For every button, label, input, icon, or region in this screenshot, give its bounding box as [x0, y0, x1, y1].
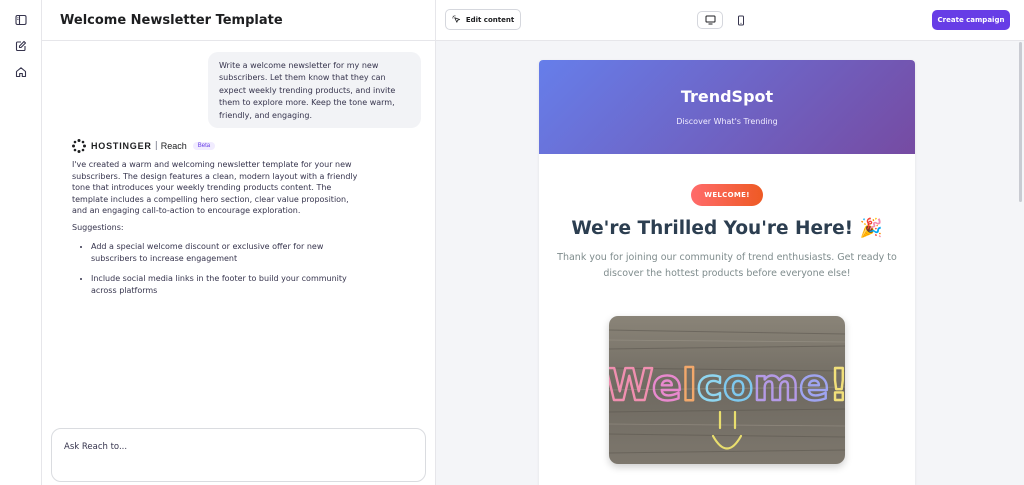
create-campaign-button[interactable]: Create campaign: [932, 10, 1010, 30]
hostinger-logo-icon: [72, 139, 86, 153]
mobile-icon: [738, 15, 744, 25]
newsletter-headline: We're Thrilled You're Here! 🎉: [571, 218, 883, 239]
assistant-text: I've created a warm and welcoming newsle…: [72, 160, 358, 215]
page-title: Welcome Newsletter Template: [60, 12, 283, 28]
edit-content-label: Edit content: [465, 15, 515, 24]
chat-panel: Welcome Newsletter Template Write a welc…: [42, 0, 436, 485]
suggestions-list: Add a special welcome discount or exclus…: [72, 241, 362, 296]
welcome-badge: WELCOME!: [691, 184, 763, 206]
assistant-brand: HOSTINGER | Reach Beta: [72, 139, 216, 153]
mobile-view-button[interactable]: [728, 11, 754, 29]
edit-note-icon[interactable]: [11, 36, 31, 56]
beta-badge: Beta: [192, 142, 216, 150]
suggestion-item: Add a special welcome discount or exclus…: [91, 241, 362, 264]
newsletter-hero: TrendSpot Discover What's Trending: [539, 60, 915, 154]
suggestions-label: Suggestions:: [72, 222, 124, 232]
ask-reach-placeholder: Ask Reach to...: [64, 442, 128, 452]
user-message: Write a welcome newsletter for my new su…: [208, 52, 421, 128]
newsletter-intro: Thank you for joining our community of t…: [557, 252, 897, 279]
preview-toolbar: Edit content Create campaign: [436, 0, 1024, 41]
newsletter-brand: TrendSpot: [680, 87, 774, 106]
brand-name: HOSTINGER: [91, 141, 152, 151]
preview-panel: Edit content Create campaign TrendSpot D…: [436, 0, 1024, 485]
newsletter-tagline: Discover What's Trending: [676, 117, 778, 126]
product-name: Reach: [160, 141, 187, 151]
preview-scrollbar[interactable]: [1019, 42, 1022, 202]
desktop-view-button[interactable]: [697, 11, 723, 29]
sidebar-toggle-icon[interactable]: [11, 10, 31, 30]
icon-rail: [0, 0, 42, 485]
chat-header: Welcome Newsletter Template: [42, 0, 435, 41]
welcome-chalk-image: Welcome!: [609, 316, 845, 464]
brand-separator: |: [154, 141, 158, 151]
svg-text:Welcome!: Welcome!: [609, 360, 845, 411]
suggestion-item: Include social media links in the footer…: [91, 273, 362, 296]
cursor-click-icon: [452, 15, 460, 23]
newsletter-preview: TrendSpot Discover What's Trending WELCO…: [539, 60, 915, 485]
desktop-icon: [705, 15, 715, 25]
ask-reach-input[interactable]: Ask Reach to...: [51, 428, 426, 482]
home-icon[interactable]: [11, 62, 31, 82]
edit-content-button[interactable]: Edit content: [445, 9, 521, 30]
assistant-message: I've created a warm and welcoming newsle…: [72, 159, 362, 305]
